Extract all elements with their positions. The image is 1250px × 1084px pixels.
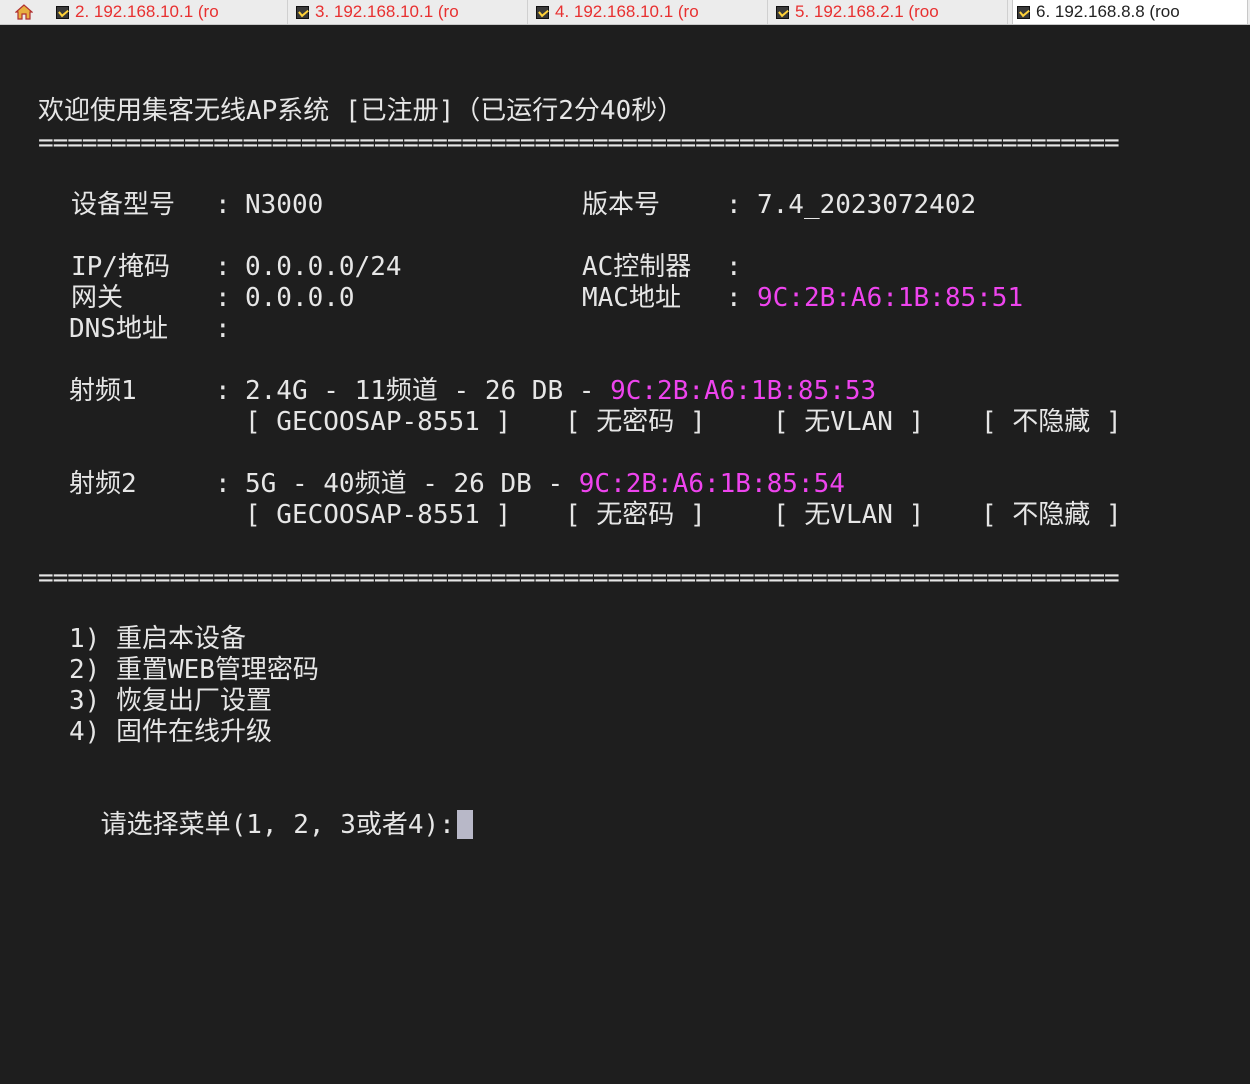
radio1-label: 射频1: [69, 376, 137, 406]
separator-colon: :: [726, 190, 742, 220]
radio2-mac: 9C:2B:A6:1B:85:54: [578, 469, 845, 499]
session-tab-bar: 2. 192.168.10.1 (ro 3. 192.168.10.1 (ro …: [0, 0, 1250, 25]
radio2-password: [ 无密码 ]: [565, 500, 706, 530]
ip-value: 0.0.0.0/24: [245, 252, 402, 282]
separator-colon: :: [215, 283, 231, 313]
ip-row: IP/掩码 : 0.0.0.0/24 AC控制器 :: [38, 252, 742, 283]
radio1-flags-row: [ GECOOSAP-8551 ] [ 无密码 ] [ 无VLAN ] [ 不隐…: [38, 407, 1122, 438]
model-label: 设备型号: [71, 190, 176, 220]
tab-label: 2. 192.168.10.1 (ro: [75, 2, 219, 21]
radio1-vlan: [ 无VLAN ]: [773, 407, 925, 437]
session-tab-5[interactable]: 5. 192.168.2.1 (roo: [772, 0, 1008, 24]
version-label: 版本号: [582, 190, 661, 220]
dns-row: DNS地址 :: [38, 314, 231, 345]
home-tab[interactable]: [0, 0, 48, 24]
session-tab-3[interactable]: 3. 192.168.10.1 (ro: [292, 0, 528, 24]
radio1-password: [ 无密码 ]: [565, 407, 706, 437]
tab-label: 6. 192.168.8.8 (roo: [1036, 2, 1180, 21]
radio2-flags-row: [ GECOOSAP-8551 ] [ 无密码 ] [ 无VLAN ] [ 不隐…: [38, 500, 1122, 531]
model-value: N3000: [245, 190, 324, 220]
radio2-band-info: 5G - 40频道 - 26 DB -: [245, 469, 579, 499]
separator-colon: :: [215, 469, 231, 499]
radio2-hidden: [ 不隐藏 ]: [981, 500, 1122, 530]
separator-top: ========================================…: [38, 128, 1120, 158]
menu-item-reset-web-password: 2) 重置WEB管理密码: [69, 655, 319, 685]
terminal-icon: [296, 5, 309, 19]
radio1-band-info: 2.4G - 11频道 - 26 DB -: [245, 376, 611, 406]
radio2-ssid: [ GECOOSAP-8551 ]: [245, 500, 512, 530]
mac-value: 9C:2B:A6:1B:85:51: [757, 283, 1024, 313]
session-tab-2[interactable]: 2. 192.168.10.1 (ro: [52, 0, 288, 24]
text-cursor[interactable]: [456, 810, 473, 839]
menu-prompt: 请选择菜单(1, 2, 3或者4):: [100, 810, 455, 840]
radio2-vlan: [ 无VLAN ]: [773, 500, 925, 530]
radio2-row: 射频2 : 5G - 40频道 - 26 DB - 9C:2B:A6:1B:85…: [38, 469, 845, 500]
radio1-mac: 9C:2B:A6:1B:85:53: [610, 376, 877, 406]
terminal-icon: [56, 5, 69, 19]
dns-label: DNS地址: [69, 314, 168, 344]
gateway-value: 0.0.0.0: [245, 283, 355, 313]
tab-label: 5. 192.168.2.1 (roo: [795, 2, 939, 21]
radio2-label: 射频2: [69, 469, 137, 499]
radio1-info: 2.4G - 11频道 - 26 DB - 9C:2B:A6:1B:85:53: [245, 376, 876, 407]
terminal-icon: [776, 5, 789, 19]
mac-label: MAC地址: [582, 283, 681, 313]
terminal-icon: [1017, 5, 1030, 19]
gateway-label: 网关: [71, 283, 124, 313]
separator-colon: :: [215, 314, 231, 344]
separator-colon: :: [726, 252, 742, 282]
radio1-ssid: [ GECOOSAP-8551 ]: [245, 407, 512, 437]
home-icon: [15, 4, 33, 20]
session-tab-6-active[interactable]: 6. 192.168.8.8 (roo: [1012, 0, 1248, 24]
ac-label: AC控制器: [582, 252, 692, 282]
session-tab-4[interactable]: 4. 192.168.10.1 (ro: [532, 0, 768, 24]
version-value: 7.4_2023072402: [757, 190, 977, 220]
separator-bottom: ========================================…: [38, 563, 1120, 593]
separator-colon: :: [726, 283, 742, 313]
menu-item-factory-reset: 3) 恢复出厂设置: [69, 686, 272, 716]
separator-colon: :: [215, 190, 231, 220]
separator-colon: :: [215, 252, 231, 282]
model-row: 设备型号 : N3000 版本号 : 7.4_2023072402: [38, 190, 976, 221]
tab-label: 4. 192.168.10.1 (ro: [555, 2, 699, 21]
welcome-title: 欢迎使用集客无线AP系统 [已注册]（已运行2分40秒）: [38, 96, 684, 126]
separator-colon: :: [215, 376, 231, 406]
radio1-hidden: [ 不隐藏 ]: [981, 407, 1122, 437]
ip-label: IP/掩码: [71, 252, 170, 282]
tab-label: 3. 192.168.10.1 (ro: [315, 2, 459, 21]
radio1-row: 射频1 : 2.4G - 11频道 - 26 DB - 9C:2B:A6:1B:…: [38, 376, 876, 407]
menu-prompt-line[interactable]: 请选择菜单(1, 2, 3或者4):: [38, 779, 473, 840]
terminal-icon: [536, 5, 549, 19]
gateway-row: 网关 : 0.0.0.0 MAC地址 : 9C:2B:A6:1B:85:51: [38, 283, 1023, 314]
radio2-info: 5G - 40频道 - 26 DB - 9C:2B:A6:1B:85:54: [245, 469, 845, 500]
menu-item-firmware-upgrade: 4) 固件在线升级: [69, 717, 272, 747]
menu-item-reboot: 1) 重启本设备: [69, 624, 246, 654]
